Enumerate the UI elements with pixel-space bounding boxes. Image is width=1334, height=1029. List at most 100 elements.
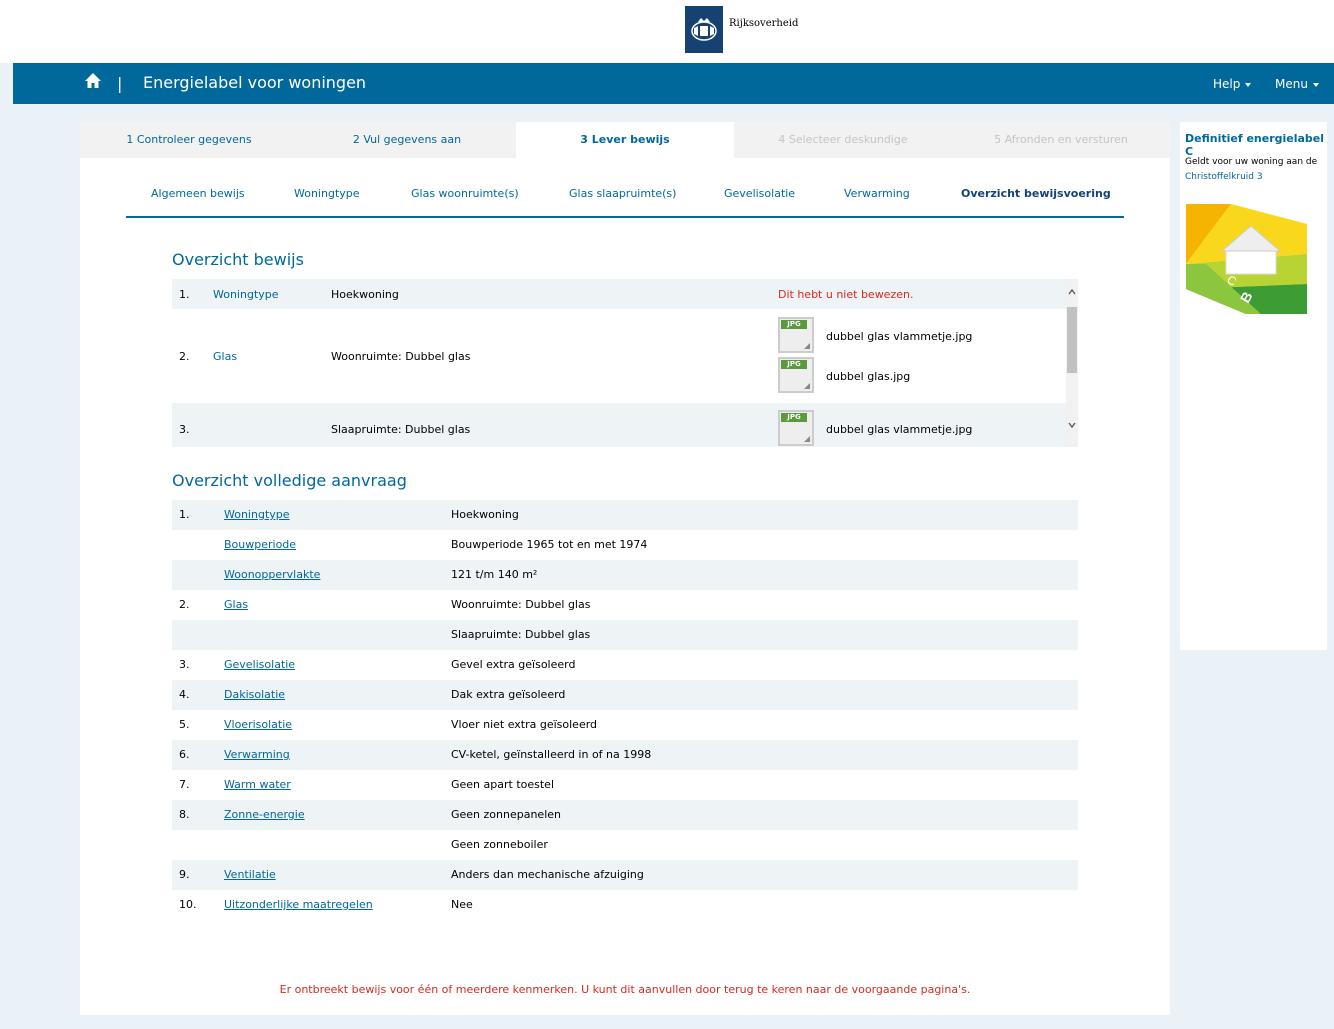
row-value: Woonruimte: Dubbel glas — [331, 350, 471, 363]
table-row: 9. Ventilatie Anders dan mechanische afzui… — [172, 860, 1078, 890]
row-number: 2. — [179, 350, 190, 363]
energy-label-panel: Definitief energielabel C Geldt voor uw … — [1180, 122, 1327, 650]
file-fold-icon — [804, 436, 810, 442]
main-content: 1 Controleer gegevens 2 Vul gegevens aan… — [80, 122, 1170, 1015]
rijksoverheid-logo-icon[interactable] — [685, 6, 723, 53]
energy-label-house-icon: C B — [1186, 204, 1307, 314]
row-link[interactable]: Glas — [224, 598, 248, 611]
step-4: 4 Selecteer deskundige — [734, 122, 952, 158]
step-1[interactable]: 1 Controleer gegevens — [80, 122, 298, 158]
row-link[interactable]: Glas — [213, 350, 237, 363]
table-row: 7. Warm water Geen apart toestel — [172, 770, 1078, 800]
row-link[interactable]: Woningtype — [213, 288, 279, 301]
table-row: 6. Verwarming CV-ketel, geïnstalleerd in o… — [172, 740, 1078, 770]
scrollbar-thumb[interactable] — [1067, 307, 1077, 373]
row-link[interactable]: Ventilatie — [224, 868, 276, 881]
row-number: 7. — [179, 778, 190, 791]
menu-label: Menu — [1275, 77, 1308, 91]
attached-file[interactable]: JPG dubbel glas vlammetje.jpg — [778, 317, 1058, 355]
row-link[interactable]: Dakisolatie — [224, 688, 285, 701]
row-value: Nee — [451, 898, 473, 911]
step-5: 5 Afronden en versturen — [952, 122, 1170, 158]
table-row: 1. Woningtype Hoekwoning — [172, 500, 1078, 530]
bewijs-scrollbar[interactable] — [1066, 279, 1078, 447]
energy-label-address[interactable]: Christoffelkruid 3 — [1185, 172, 1263, 182]
row-number: 3. — [179, 423, 190, 436]
row-link[interactable]: Woningtype — [224, 508, 290, 521]
step-2[interactable]: 2 Vul gegevens aan — [298, 122, 516, 158]
row-link[interactable]: Gevelisolatie — [224, 658, 295, 671]
navbar-separator: | — [117, 74, 123, 93]
row-value: Geen zonneboiler — [451, 838, 548, 851]
jpg-file-icon: JPG — [778, 317, 814, 353]
subtab-bar: Algemeen bewijs Woningtype Glas woonruim… — [126, 180, 1124, 218]
logo-text: Rijksoverheid — [729, 18, 799, 29]
top-header: Rijksoverheid — [0, 0, 1334, 63]
row-link[interactable]: Vloerisolatie — [224, 718, 292, 731]
row-value: Slaapruimte: Dubbel glas — [331, 423, 471, 436]
attached-file[interactable]: JPG dubbel glas.jpg — [778, 357, 1058, 395]
energy-label-desc-text: Geldt voor uw woning aan de — [1185, 157, 1318, 167]
step-wizard: 1 Controleer gegevens 2 Vul gegevens aan… — [80, 122, 1170, 158]
file-name: dubbel glas vlammetje.jpg — [826, 330, 973, 343]
row-value: Anders dan mechanische afzuiging — [451, 868, 644, 881]
table-row: Bouwperiode Bouwperiode 1965 tot en met 1… — [172, 530, 1078, 560]
chevron-up-icon[interactable] — [1068, 288, 1076, 296]
table-row: 8. Zonne-energie Geen zonnepanelen — [172, 800, 1078, 830]
row-number: 8. — [179, 808, 190, 821]
chevron-down-icon[interactable] — [1068, 421, 1076, 429]
caret-down-icon — [1245, 82, 1252, 87]
attached-file[interactable]: JPG dubbel glas vlammetje.jpg — [778, 410, 1058, 447]
step-3[interactable]: 3 Lever bewijs — [516, 122, 734, 158]
row-value: Hoekwoning — [451, 508, 519, 521]
energy-label-description: Geldt voor uw woning aan de Christoffelk… — [1185, 155, 1325, 185]
table-row: Woonoppervlakte 121 t/m 140 m² — [172, 560, 1078, 590]
jpg-file-tag: JPG — [781, 320, 807, 329]
row-value: Bouwperiode 1965 tot en met 1974 — [451, 538, 648, 551]
row-number: 10. — [179, 898, 197, 911]
row-link[interactable]: Uitzonderlijke maatregelen — [224, 898, 373, 911]
jpg-file-icon: JPG — [778, 410, 814, 446]
missing-proof-warning: Dit hebt u niet bewezen. — [778, 288, 914, 301]
jpg-file-icon: JPG — [778, 357, 814, 393]
subtab-gevelisolatie[interactable]: Gevelisolatie — [724, 187, 795, 200]
bewijs-section-title: Overzicht bewijs — [172, 250, 304, 269]
bewijs-row: 2. Glas Woonruimte: Dubbel glas JPG dubb… — [172, 309, 1066, 403]
row-link[interactable]: Zonne-energie — [224, 808, 305, 821]
jpg-file-tag: JPG — [781, 360, 807, 369]
table-row: 4. Dakisolatie Dak extra geïsoleerd — [172, 680, 1078, 710]
row-link[interactable]: Verwarming — [224, 748, 290, 761]
overview-section-title: Overzicht volledige aanvraag — [172, 471, 407, 490]
table-row: Geen zonneboiler — [172, 830, 1078, 860]
subtab-glas-slaapruimte[interactable]: Glas slaapruimte(s) — [569, 187, 676, 200]
subtab-algemeen-bewijs[interactable]: Algemeen bewijs — [151, 187, 245, 200]
subtab-overzicht-bewijsvoering[interactable]: Overzicht bewijsvoering — [961, 187, 1111, 200]
row-number: 3. — [179, 658, 190, 671]
file-name: dubbel glas vlammetje.jpg — [826, 423, 973, 436]
row-number: 2. — [179, 598, 190, 611]
subtab-verwarming[interactable]: Verwarming — [844, 187, 910, 200]
row-value: Hoekwoning — [331, 288, 399, 301]
row-number: 1. — [179, 508, 190, 521]
row-number: 6. — [179, 748, 190, 761]
row-number: 5. — [179, 718, 190, 731]
row-value: CV-ketel, geïnstalleerd in of na 1998 — [451, 748, 652, 761]
row-link[interactable]: Woonoppervlakte — [224, 568, 320, 581]
row-value: Dak extra geïsoleerd — [451, 688, 566, 701]
jpg-file-tag: JPG — [781, 413, 807, 422]
row-value: 121 t/m 140 m² — [451, 568, 538, 581]
help-label: Help — [1213, 77, 1241, 91]
row-link[interactable]: Bouwperiode — [224, 538, 296, 551]
main-menu-button[interactable]: Menu — [1275, 77, 1319, 91]
row-link[interactable]: Warm water — [224, 778, 291, 791]
subtab-glas-woonruimte[interactable]: Glas woonruimte(s) — [411, 187, 519, 200]
row-number: 1. — [179, 288, 190, 301]
file-fold-icon — [804, 383, 810, 389]
subtab-woningtype[interactable]: Woningtype — [294, 187, 360, 200]
help-menu-button[interactable]: Help — [1213, 77, 1252, 91]
row-value: Woonruimte: Dubbel glas — [451, 598, 591, 611]
home-icon[interactable] — [83, 71, 103, 91]
table-row: Slaapruimte: Dubbel glas — [172, 620, 1078, 650]
row-value: Vloer niet extra geïsoleerd — [451, 718, 598, 731]
row-value: Gevel extra geïsoleerd — [451, 658, 576, 671]
